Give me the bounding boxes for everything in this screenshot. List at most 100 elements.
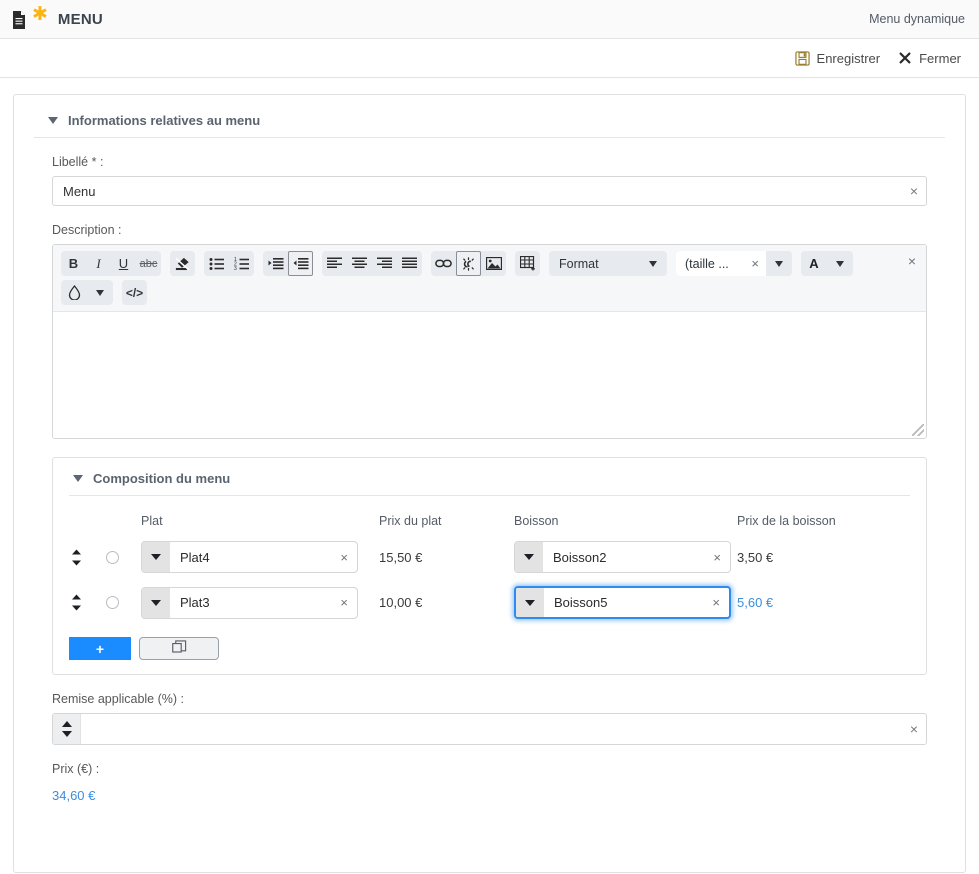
boisson-clear-icon[interactable]: × [713, 550, 730, 565]
prix-total-value: 34,60 € [52, 788, 96, 803]
boisson-dropdown[interactable]: Boisson5 × [514, 586, 731, 619]
chevron-down-icon [775, 260, 783, 267]
boisson-dropdown-cell: Boisson2 × [514, 541, 737, 573]
unlink-icon [460, 256, 477, 271]
link-button[interactable] [431, 251, 456, 276]
bold-button[interactable]: B [61, 251, 86, 276]
editor-toolbar-row-2: </> [61, 280, 918, 305]
size-combo-value-wrap[interactable]: (taille ... × [676, 251, 766, 276]
editor-resize-handle[interactable] [912, 424, 924, 436]
plat-dropdown-cell: Plat4 × [141, 541, 379, 573]
remove-format-icon [174, 256, 191, 272]
duplicate-icon [171, 639, 187, 658]
close-label: Fermer [919, 50, 961, 66]
size-combo-value: (taille ... [685, 256, 729, 271]
table-button[interactable] [515, 251, 540, 276]
chevron-down-icon [151, 599, 161, 606]
source-code-button[interactable]: </> [122, 280, 147, 305]
add-row-button[interactable]: + [69, 637, 131, 660]
context-label: Menu dynamique [869, 12, 965, 26]
field-remise: Remise applicable (%) : × [34, 692, 945, 745]
toolbar-group-align [322, 251, 422, 276]
stepper-down-icon[interactable] [61, 731, 72, 737]
outdent-button[interactable] [288, 251, 313, 276]
toolbar-group-indent [263, 251, 313, 276]
bulleted-list-button[interactable] [204, 251, 229, 276]
editor-content-area[interactable] [53, 312, 926, 438]
remove-format-button[interactable] [170, 251, 195, 276]
underline-button[interactable]: U [111, 251, 136, 276]
plat-dropdown[interactable]: Plat3 × [141, 586, 358, 619]
libelle-clear-icon[interactable]: × [910, 184, 918, 198]
align-center-button[interactable] [347, 251, 372, 276]
image-button[interactable] [481, 251, 506, 276]
remise-input-wrap: × [52, 713, 927, 745]
text-color-picker[interactable]: A [801, 251, 853, 276]
composition-header[interactable]: Composition du menu [69, 463, 910, 496]
italic-button[interactable]: I [86, 251, 111, 276]
rich-text-editor: B I U abc 1 2 3 Format (taille ... × A ×… [52, 244, 927, 439]
row-select-radio[interactable] [106, 550, 119, 564]
size-combo[interactable]: (taille ... × [676, 251, 792, 276]
save-button[interactable]: Enregistrer [794, 51, 880, 66]
prix-plat-value: 15,50 € [379, 549, 423, 565]
align-right-button[interactable] [372, 251, 397, 276]
field-prix: Prix (€) : 34,60 € [34, 762, 945, 803]
libelle-input-wrap: × [52, 176, 927, 206]
boisson-dropdown-toggle[interactable] [516, 588, 544, 617]
toolbar-group-text-style: B I U abc [61, 251, 161, 276]
prix-boisson-value: 3,50 € [737, 549, 774, 565]
chevron-down-icon[interactable] [73, 475, 83, 482]
composition-row-actions: + [69, 637, 910, 660]
row-select-radio[interactable] [106, 596, 119, 609]
remise-input[interactable] [81, 714, 926, 744]
toolbar-group-lists: 1 2 3 [204, 251, 254, 276]
remise-clear-icon[interactable]: × [910, 722, 918, 736]
chevron-down-icon [649, 260, 657, 267]
link-icon [435, 257, 452, 270]
drag-updown-icon[interactable] [69, 548, 84, 566]
boisson-dropdown-cell: Boisson5 × [514, 586, 737, 619]
section-header-informations[interactable]: Informations relatives au menu [34, 105, 945, 138]
toolbar-close-icon[interactable]: × [908, 253, 916, 269]
chevron-down-icon [525, 599, 535, 606]
outdent-icon [293, 257, 309, 271]
plat-clear-icon[interactable]: × [340, 595, 357, 610]
size-combo-arrow[interactable] [766, 251, 792, 276]
strikethrough-button[interactable]: abc [136, 251, 161, 276]
plat-dropdown-toggle[interactable] [142, 542, 170, 572]
libelle-input[interactable] [52, 176, 927, 206]
boisson-clear-icon[interactable]: × [712, 595, 729, 610]
plat-clear-icon[interactable]: × [340, 550, 357, 565]
remise-spinner [52, 713, 927, 745]
stepper-up-icon[interactable] [61, 721, 72, 727]
numbered-list-button[interactable]: 1 2 3 [229, 251, 254, 276]
quantity-stepper[interactable] [53, 714, 81, 744]
background-color-picker[interactable] [61, 280, 113, 305]
boisson-dropdown-toggle[interactable] [515, 542, 543, 572]
format-select[interactable]: Format [549, 251, 667, 276]
close-button[interactable]: Fermer [898, 51, 961, 66]
document-icon [10, 10, 28, 30]
chevron-down-icon[interactable] [48, 117, 58, 124]
align-left-button[interactable] [322, 251, 347, 276]
align-justify-button[interactable] [397, 251, 422, 276]
plat-dropdown[interactable]: Plat4 × [141, 541, 358, 573]
bulleted-list-icon [209, 257, 225, 271]
align-right-icon [377, 257, 392, 270]
size-clear-icon[interactable]: × [751, 256, 759, 271]
plat-value: Plat3 [180, 595, 210, 610]
composition-title: Composition du menu [93, 471, 231, 486]
boisson-dropdown[interactable]: Boisson2 × [514, 541, 731, 573]
unlink-button[interactable] [456, 251, 481, 276]
duplicate-row-button[interactable] [139, 637, 219, 660]
drag-updown-icon[interactable] [69, 594, 84, 612]
boisson-value: Boisson5 [554, 595, 608, 610]
indent-button[interactable] [263, 251, 288, 276]
background-color-arrow[interactable] [87, 280, 113, 305]
text-color-arrow[interactable] [827, 251, 853, 276]
libelle-label: Libellé * : [52, 155, 104, 169]
plat-dropdown-toggle[interactable] [142, 587, 170, 618]
chevron-down-icon [524, 554, 534, 560]
text-color-letter: A [809, 256, 819, 271]
